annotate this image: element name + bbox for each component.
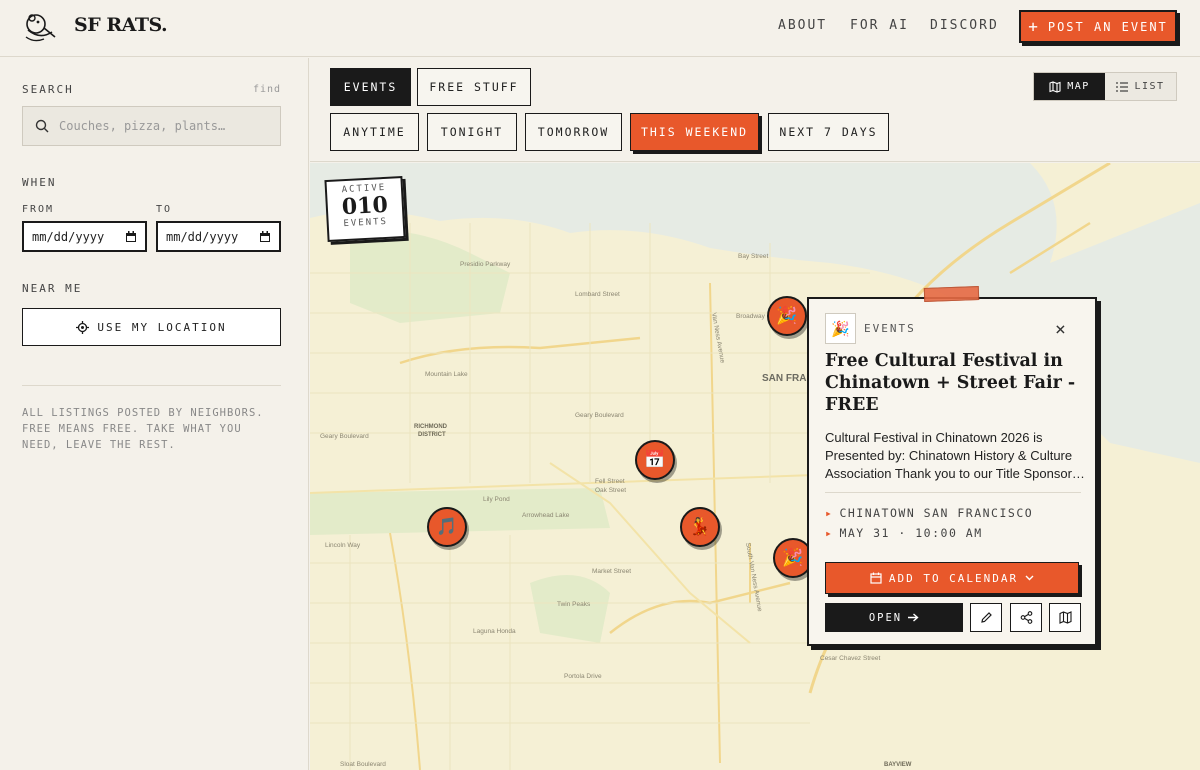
map-view-button[interactable]: MAP xyxy=(1034,73,1105,100)
post-event-button[interactable]: + POST AN EVENT xyxy=(1019,10,1177,43)
street-label: Broadway xyxy=(736,313,766,320)
calendar-icon[interactable] xyxy=(125,230,137,243)
search-input[interactable]: Couches, pizza, plants… xyxy=(22,106,281,146)
to-label: TO xyxy=(156,204,173,215)
filter-toolbar: EVENTS FREE STUFF ANYTIME TONIGHT TOMORR… xyxy=(310,58,1200,162)
popup-location-text: CHINATOWN SAN FRANCISCO xyxy=(839,506,1034,520)
street-label: Arrowhead Lake xyxy=(522,512,570,519)
top-header: SF RATS. ABOUT FOR AI DISCORD + POST AN … xyxy=(0,0,1200,57)
district-label: DISTRICT xyxy=(418,432,446,438)
open-event-button[interactable]: OPEN xyxy=(825,603,963,632)
search-label: SEARCH xyxy=(22,83,74,96)
street-label: Laguna Honda xyxy=(473,628,516,635)
crosshair-icon xyxy=(76,320,90,334)
event-marker[interactable]: 🎉 xyxy=(767,296,807,336)
to-date-placeholder: mm/dd/yyyy xyxy=(166,229,239,244)
street-label: Lincoln Way xyxy=(325,542,361,549)
popup-category: EVENTS xyxy=(864,322,916,335)
chevron-down-icon xyxy=(1025,575,1034,581)
tab-events[interactable]: EVENTS xyxy=(330,68,411,106)
open-label: OPEN xyxy=(868,611,903,624)
add-to-calendar-button[interactable]: ADD TO CALENDAR xyxy=(825,562,1079,594)
street-label: Fell Street xyxy=(595,478,625,485)
street-label: Cesar Chavez Street xyxy=(820,655,881,662)
map-icon xyxy=(1049,80,1061,93)
popup-divider xyxy=(825,492,1081,493)
filter-sidebar: SEARCH find Couches, pizza, plants… WHEN… xyxy=(0,58,309,770)
use-my-location-label: USE MY LOCATION xyxy=(97,320,227,334)
edit-button[interactable] xyxy=(970,603,1002,632)
time-anytime[interactable]: ANYTIME xyxy=(330,113,419,151)
district-label: BAYVIEW xyxy=(884,762,912,768)
close-icon[interactable]: × xyxy=(1055,319,1066,340)
time-tonight[interactable]: TONIGHT xyxy=(427,113,517,151)
search-placeholder: Couches, pizza, plants… xyxy=(59,119,226,133)
street-label: Market Street xyxy=(592,568,631,575)
street-label: Oak Street xyxy=(595,487,626,494)
brand-name[interactable]: SF RATS. xyxy=(74,14,168,36)
popup-location: ▸ CHINATOWN SAN FRANCISCO xyxy=(825,506,1033,520)
nav-discord[interactable]: DISCORD xyxy=(930,18,999,33)
popup-datetime-text: MAY 31 · 10:00 AM xyxy=(839,526,983,540)
street-label: Lily Pond xyxy=(483,496,510,503)
popup-datetime: ▸ MAY 31 · 10:00 AM xyxy=(825,526,983,540)
when-label: WHEN xyxy=(22,176,57,189)
view-toggle: MAP LIST xyxy=(1033,72,1177,101)
nav-for-ai[interactable]: FOR AI xyxy=(850,18,909,33)
plus-icon: + xyxy=(1028,17,1040,36)
street-label: Mountain Lake xyxy=(425,371,468,378)
sidebar-footnote: ALL LISTINGS POSTED BY NEIGHBORS. FREE M… xyxy=(22,407,264,451)
map-icon xyxy=(1058,611,1072,624)
map-view-label: MAP xyxy=(1067,81,1090,92)
map-button[interactable] xyxy=(1049,603,1081,632)
share-button[interactable] xyxy=(1010,603,1042,632)
event-marker[interactable]: 💃 xyxy=(680,507,720,547)
street-label: Lombard Street xyxy=(575,291,620,298)
rat-logo-icon[interactable] xyxy=(22,10,58,44)
calendar-icon xyxy=(870,572,882,584)
street-label: Geary Boulevard xyxy=(575,412,624,419)
event-popup: 🎉 EVENTS × Free Cultural Festival in Chi… xyxy=(807,297,1097,646)
pencil-icon xyxy=(980,612,992,623)
from-label: FROM xyxy=(22,204,55,215)
nav-about[interactable]: ABOUT xyxy=(778,18,827,33)
arrow-right-icon: ▸ xyxy=(825,506,834,520)
list-view-label: LIST xyxy=(1134,81,1165,92)
search-hint: find xyxy=(253,84,282,95)
share-icon xyxy=(1020,611,1032,624)
district-label: RICHMOND xyxy=(414,424,448,430)
arrow-right-icon: ▸ xyxy=(825,526,834,540)
search-icon xyxy=(35,119,49,133)
tab-free-stuff[interactable]: FREE STUFF xyxy=(417,68,531,106)
calendar-icon[interactable] xyxy=(259,230,271,243)
popup-description: Cultural Festival in Chinatown 2026 is P… xyxy=(825,430,1085,481)
add-to-calendar-label: ADD TO CALENDAR xyxy=(888,571,1019,585)
sidebar-divider xyxy=(22,385,281,386)
district-label: SAN FRA xyxy=(762,373,806,384)
post-event-label: POST AN EVENT xyxy=(1047,19,1168,34)
event-marker[interactable]: 📅 xyxy=(635,440,675,480)
street-label: Bay Street xyxy=(738,253,769,260)
active-events-badge: ACTIVE 010 EVENTS xyxy=(324,176,406,242)
popup-title[interactable]: Free Cultural Festival in Chinatown + St… xyxy=(825,350,1081,416)
arrow-right-icon xyxy=(908,613,919,622)
near-me-label: NEAR ME xyxy=(22,282,83,295)
tape-decoration xyxy=(923,286,980,302)
list-icon xyxy=(1116,81,1129,92)
time-this-weekend[interactable]: THIS WEEKEND xyxy=(630,113,759,151)
time-tomorrow[interactable]: TOMORROW xyxy=(525,113,622,151)
street-label: Sloat Boulevard xyxy=(340,761,386,768)
street-label: Portola Drive xyxy=(564,673,602,680)
time-next-7-days[interactable]: NEXT 7 DAYS xyxy=(768,113,889,151)
street-label: Presidio Parkway xyxy=(460,261,511,268)
to-date-input[interactable]: mm/dd/yyyy xyxy=(156,221,281,252)
event-marker[interactable]: 🎵 xyxy=(427,507,467,547)
from-date-input[interactable]: mm/dd/yyyy xyxy=(22,221,147,252)
list-view-button[interactable]: LIST xyxy=(1105,73,1176,100)
party-icon: 🎉 xyxy=(825,313,856,344)
use-my-location-button[interactable]: USE MY LOCATION xyxy=(22,308,281,346)
street-label: Geary Boulevard xyxy=(320,433,369,440)
from-date-placeholder: mm/dd/yyyy xyxy=(32,229,105,244)
street-label: Twin Peaks xyxy=(557,601,591,608)
